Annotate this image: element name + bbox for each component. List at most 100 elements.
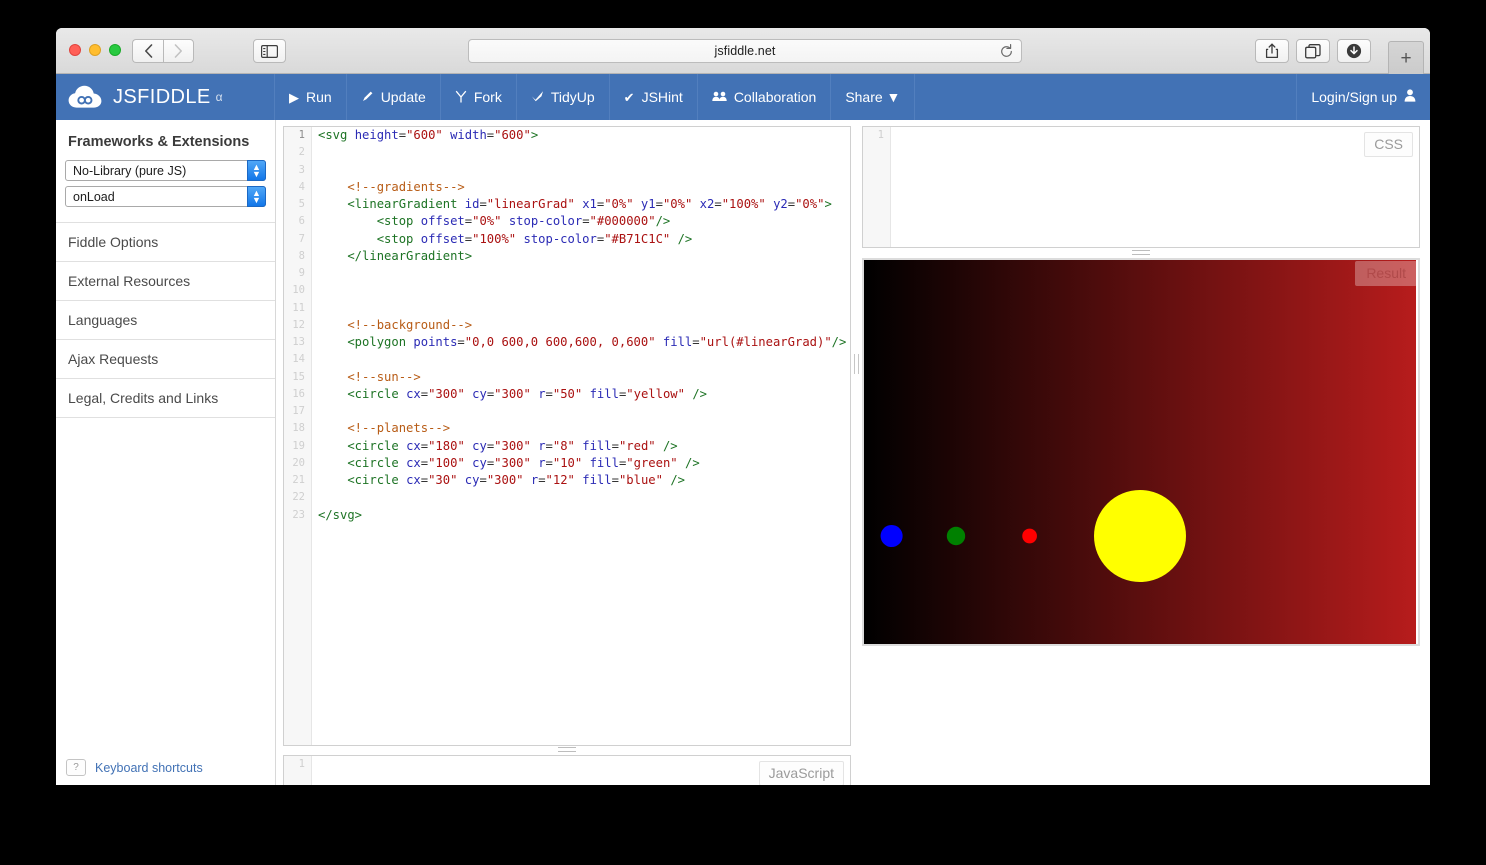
share-button[interactable] — [1255, 39, 1289, 63]
sidebar-title: Frameworks & Extensions — [68, 134, 250, 150]
code-line: <stop offset="100%" stop-color="#B71C1C"… — [318, 231, 850, 248]
code-token: "0%" — [472, 214, 502, 229]
code-token: "linearGrad" — [486, 197, 575, 211]
line-number: 1 — [298, 129, 305, 141]
html-editor-panel[interactable]: 1 2 3 4 5 6 7 8 9 10 11 12 13 14 15 16 17 18 19 20 21 22 23 <s… — [283, 126, 851, 746]
code-token: fill — [582, 473, 612, 487]
code-token: "8" — [552, 438, 575, 453]
sidebar-menu: Fiddle Options External Resources Langua… — [56, 222, 275, 418]
menu-item-fork-label: Fork — [473, 89, 502, 105]
code-token: = — [545, 455, 553, 470]
code-token: = — [692, 335, 700, 349]
browser-window: jsfiddle.net + JSFIDDLE α ▶ Run Update F… — [56, 28, 1430, 785]
code-line: <circle cx="180" cy="300" r="8" fill="re… — [318, 438, 850, 455]
code-token: = — [787, 197, 796, 211]
stepper-icon[interactable]: ▲ ▼ — [247, 160, 266, 181]
code-token: <polygon — [318, 335, 414, 349]
forward-button[interactable] — [163, 39, 194, 63]
code-token: cy — [464, 473, 480, 487]
load-type-select[interactable]: onLoad ▲ ▼ — [65, 186, 266, 207]
login-signup-button[interactable]: Login/Sign up — [1296, 74, 1430, 120]
menu-item-collaboration[interactable]: Collaboration — [698, 74, 832, 120]
maximize-window-button[interactable] — [109, 44, 121, 56]
css-editor-panel[interactable]: 1 CSS — [862, 126, 1420, 248]
html-editor-code[interactable]: <svg height="600" width="600"> <!--gradi… — [313, 127, 850, 745]
line-number: 3 — [298, 163, 305, 176]
horizontal-columns-splitter[interactable] — [851, 335, 862, 393]
keyboard-shortcuts-link[interactable]: Keyboard shortcuts — [95, 761, 203, 775]
sidebar-item-languages[interactable]: Languages — [56, 301, 275, 340]
minimize-window-button[interactable] — [89, 44, 101, 56]
back-button[interactable] — [132, 39, 163, 63]
menu-item-tidyup[interactable]: TidyUp — [517, 74, 610, 120]
code-line: <linearGradient id="linearGrad" x1="0%" … — [318, 196, 850, 213]
code-token: = — [538, 473, 546, 487]
sun — [1094, 490, 1186, 582]
reload-button[interactable] — [998, 43, 1015, 60]
code-token: = — [582, 214, 590, 229]
close-window-button[interactable] — [69, 44, 81, 56]
toggle-sidebar-button[interactable] — [253, 39, 286, 63]
code-line: <stop offset="0%" stop-color="#000000"/> — [318, 213, 850, 230]
line-number: 2 — [298, 146, 305, 159]
code-token: stop-color — [523, 231, 597, 246]
css-result-splitter[interactable] — [862, 248, 1420, 257]
new-tab-button[interactable]: + — [1388, 41, 1424, 74]
code-token: = — [479, 197, 487, 211]
downloads-button[interactable] — [1337, 39, 1371, 63]
menu-item-update[interactable]: Update — [347, 74, 441, 120]
css-panel-badge: CSS — [1364, 132, 1413, 157]
line-number: 15 — [292, 370, 305, 383]
code-token: fill — [662, 335, 693, 349]
code-token: /> — [692, 386, 708, 401]
jsfiddle-logo[interactable]: JSFIDDLE α — [56, 74, 274, 120]
sidebar-item-legal-credits-links[interactable]: Legal, Credits and Links — [56, 379, 275, 418]
line-number: 12 — [292, 318, 305, 331]
address-bar[interactable]: jsfiddle.net — [468, 39, 1022, 63]
show-tabs-button[interactable] — [1296, 39, 1330, 63]
javascript-editor-gutter: 1 — [284, 756, 312, 785]
code-token: cy — [472, 438, 487, 453]
css-editor-code[interactable] — [892, 127, 1419, 247]
code-token: = — [420, 455, 429, 470]
menu-item-share[interactable]: Share ▼ — [831, 74, 916, 120]
line-number: 22 — [292, 491, 305, 504]
people-icon — [712, 91, 727, 104]
javascript-editor-panel[interactable]: 1 JavaScript — [283, 755, 851, 785]
code-token: "300" — [494, 438, 531, 453]
library-select[interactable]: No-Library (pure JS) ▲ ▼ — [65, 160, 266, 181]
code-token: <svg — [318, 128, 355, 142]
menu-item-share-label: Share ▼ — [845, 89, 901, 105]
menu-item-fork[interactable]: Fork — [441, 74, 517, 120]
code-line: </linearGradient> — [318, 248, 850, 265]
code-token: r — [538, 386, 546, 401]
code-token: = — [545, 438, 553, 453]
code-line: <polygon points="0,0 600,0 600,600, 0,60… — [318, 334, 850, 351]
library-select-value: No-Library (pure JS) — [73, 163, 187, 178]
code-token: "0%" — [604, 197, 634, 211]
code-token: width — [450, 128, 487, 142]
sidebar-item-external-resources[interactable]: External Resources — [56, 262, 275, 301]
broom-icon — [531, 90, 544, 104]
tabs-icon — [1305, 43, 1321, 58]
planet-red — [1022, 528, 1037, 544]
window-traffic-lights — [69, 44, 121, 56]
splitter-grip-icon — [1132, 250, 1150, 255]
menu-item-jshint[interactable]: ✔ JSHint — [610, 74, 698, 120]
code-token: "30" — [428, 473, 458, 487]
code-token: "#B71C1C" — [604, 231, 671, 246]
sidebar-item-ajax-requests[interactable]: Ajax Requests — [56, 340, 275, 379]
user-icon — [1404, 89, 1416, 105]
menu-item-run[interactable]: ▶ Run — [274, 74, 347, 120]
code-token: /> — [677, 231, 693, 246]
code-token: "0%" — [662, 197, 693, 211]
stepper-icon[interactable]: ▲ ▼ — [247, 186, 266, 207]
html-js-splitter[interactable] — [283, 745, 851, 754]
code-token: <!--background--> — [318, 317, 473, 332]
keyboard-shortcuts-row[interactable]: ? Keyboard shortcuts — [56, 759, 275, 776]
sidebar-item-fiddle-options[interactable]: Fiddle Options — [56, 223, 275, 262]
